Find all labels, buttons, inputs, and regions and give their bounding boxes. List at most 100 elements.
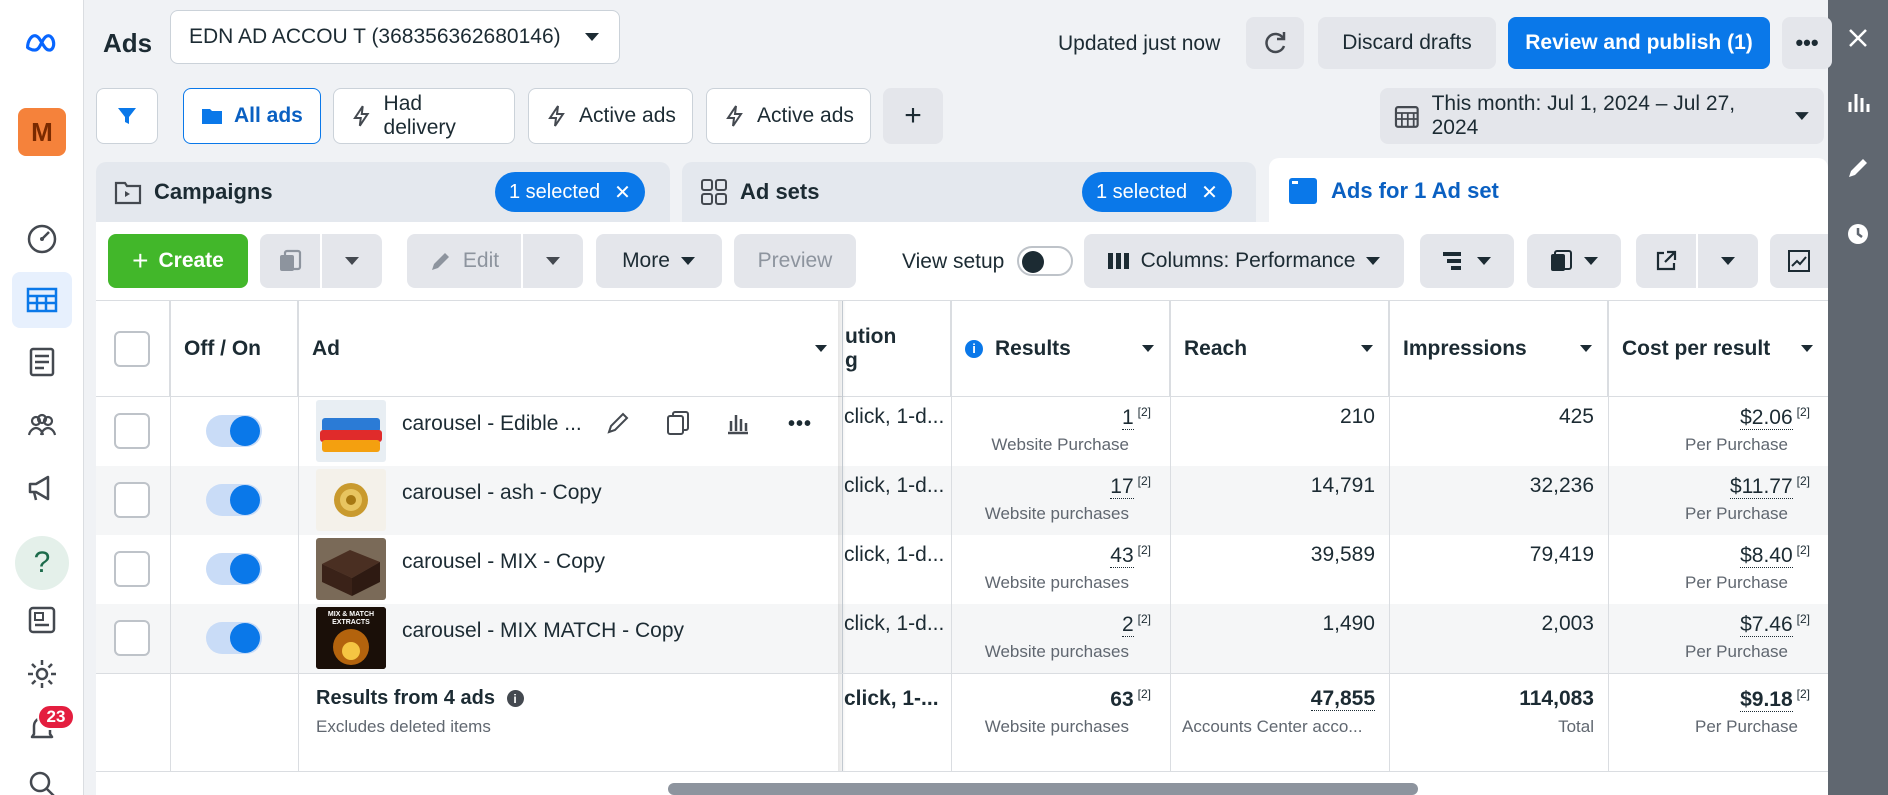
info-icon: i [965,339,983,358]
had-delivery-chip[interactable]: Had delivery [333,88,515,144]
ad-name[interactable]: carousel - MIX MATCH - Copy [402,619,684,643]
column-header-attribution[interactable]: ution g [843,301,951,397]
row-checkbox[interactable] [114,551,150,587]
row-edit-icon[interactable] [604,409,632,443]
reach-cell: 1,490 [1322,612,1375,635]
tab-ads[interactable]: Ads for 1 Ad set [1269,158,1828,224]
refresh-button[interactable] [1246,17,1304,69]
campaign-folder-icon [114,181,142,205]
row-checkbox[interactable] [114,482,150,518]
create-button[interactable]: + Create [108,234,248,288]
clear-selection-icon[interactable]: ✕ [1201,180,1218,205]
ad-thumbnail[interactable] [316,538,386,600]
updated-status: Updated just now [1058,32,1221,55]
impressions-cell: 425 [1558,405,1594,428]
active-ads-chip-2[interactable]: Active ads [706,88,871,144]
export-dropdown-button[interactable] [1698,234,1758,288]
ads-manager-table-icon[interactable] [12,272,72,328]
row-more-icon[interactable]: ••• [788,413,812,436]
ad-on-off-toggle[interactable] [206,553,262,585]
breakdown-button[interactable] [1420,234,1514,288]
duplicate-button[interactable] [260,234,320,288]
search-icon[interactable] [12,756,72,795]
duplicate-icon [280,249,302,271]
adsets-selected-pill[interactable]: 1 selected ✕ [1082,172,1232,212]
charts-button[interactable] [1770,234,1828,288]
review-and-publish-button[interactable]: Review and publish (1) [1508,17,1770,69]
column-header-cost-per-result[interactable]: Cost per result [1608,301,1828,397]
row-chart-icon[interactable] [724,409,752,443]
column-header-impressions[interactable]: Impressions [1389,301,1608,397]
reports-button[interactable] [1527,234,1621,288]
chevron-down-icon [815,345,827,352]
tab-ad-sets[interactable]: Ad sets 1 selected ✕ [682,162,1256,222]
column-header-results[interactable]: i Results [951,301,1170,397]
ad-thumbnail[interactable]: MIX & MATCH EXTRACTS [316,607,386,669]
more-options-button[interactable]: ••• [1782,17,1832,69]
help-icon[interactable]: ? [15,536,69,590]
account-avatar[interactable]: M [18,108,66,156]
column-header-reach[interactable]: Reach [1170,301,1389,397]
chevron-down-icon [1584,257,1598,265]
results-summary-subtext: Excludes deleted items [316,717,491,736]
history-clock-icon[interactable] [1842,218,1874,250]
row-duplicate-icon[interactable] [664,409,692,443]
cost-subtext: Per Purchase [1685,573,1788,592]
ad-on-off-toggle[interactable] [206,415,262,447]
edit-dropdown-button[interactable] [523,234,583,288]
cost-subtext: Per Purchase [1685,435,1788,454]
tab-campaigns[interactable]: Campaigns 1 selected ✕ [96,162,670,222]
ads-table: Off / On Ad ution g i Results Reach Impr… [96,300,1828,795]
settings-gear-icon[interactable] [12,646,72,702]
ad-thumbnail[interactable] [316,469,386,531]
reports-icon[interactable] [12,334,72,390]
ad-name[interactable]: carousel - MIX - Copy [402,550,605,574]
ad-name[interactable]: carousel - Edible ... [402,412,582,436]
column-header-off-on[interactable]: Off / On [170,301,298,397]
date-range-picker[interactable]: This month: Jul 1, 2024 – Jul 27, 2024 [1380,88,1824,144]
close-icon[interactable] [1842,22,1874,54]
ads-panel: + Create Edit More Preview View setup Co… [96,222,1828,795]
export-button[interactable] [1636,234,1696,288]
grid-icon [701,179,727,205]
select-all-checkbox[interactable] [114,331,150,367]
dashboard-gauge-icon[interactable] [12,210,72,266]
row-checkbox[interactable] [114,620,150,656]
column-header-ad[interactable]: Ad [298,301,843,397]
cost-per-result-cell: $11.77 [2] [1729,474,1810,499]
filter-button[interactable] [96,88,158,144]
ad-on-off-toggle[interactable] [206,484,262,516]
meta-logo-icon[interactable] [12,14,72,70]
advertising-megaphone-icon[interactable] [12,460,72,516]
total-impressions: 114,083 [1519,687,1594,710]
add-filter-button[interactable]: + [883,88,943,144]
columns-selector[interactable]: Columns: Performance [1084,234,1404,288]
duplicate-dropdown-button[interactable] [322,234,382,288]
ad-on-off-toggle[interactable] [206,622,262,654]
campaigns-selected-pill[interactable]: 1 selected ✕ [495,172,645,212]
info-icon[interactable]: i [506,690,524,708]
all-ads-chip[interactable]: All ads [183,88,321,144]
preview-button[interactable]: Preview [734,234,856,288]
active-ads-chip[interactable]: Active ads [528,88,693,144]
horizontal-scrollbar[interactable] [668,783,1418,795]
ad-account-selector[interactable]: EDN AD ACCOU T (368356362680146) [170,10,620,64]
chevron-down-icon [546,257,560,265]
ad-name[interactable]: carousel - ash - Copy [402,481,602,505]
more-button[interactable]: More [596,234,722,288]
chevron-down-icon [1795,112,1810,120]
impressions-cell: 32,236 [1529,474,1594,497]
discard-drafts-button[interactable]: Discard drafts [1318,17,1496,69]
edit-pencil-icon [431,253,449,270]
view-setup-toggle[interactable] [1017,246,1073,276]
attribution-cell: click, 1-d... [844,612,945,635]
audiences-icon[interactable] [12,398,72,454]
ad-thumbnail[interactable] [316,400,386,462]
more-horizontal-icon: ••• [1795,30,1819,55]
billing-icon[interactable] [12,592,72,648]
edit-button[interactable]: Edit [407,234,521,288]
edit-pencil-icon[interactable] [1842,152,1874,184]
clear-selection-icon[interactable]: ✕ [614,180,631,205]
row-checkbox[interactable] [114,413,150,449]
bar-chart-icon[interactable] [1842,86,1874,118]
